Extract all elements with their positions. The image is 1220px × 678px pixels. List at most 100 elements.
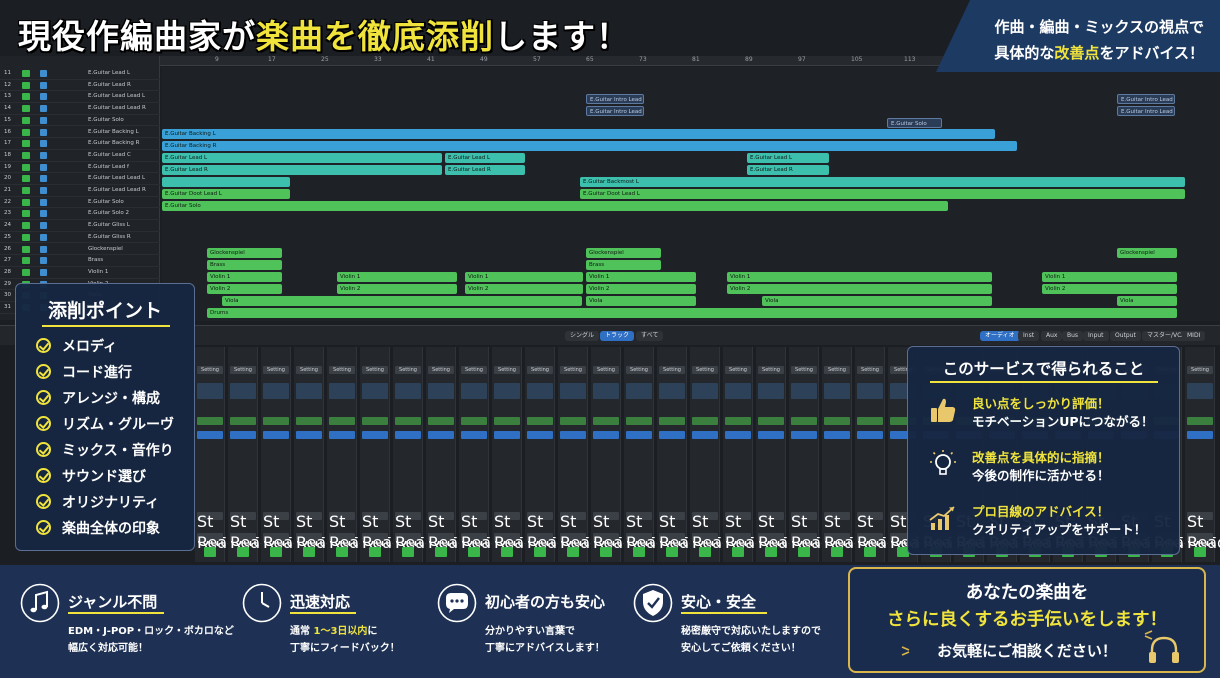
region[interactable]: E.Guitar Doot Lead L	[162, 189, 290, 199]
mute-toggle[interactable]	[40, 187, 47, 194]
region[interactable]: Violin 1	[207, 272, 282, 282]
plugin-slot[interactable]	[428, 417, 454, 425]
input-monitor-button[interactable]	[699, 547, 711, 557]
input-monitor-button[interactable]	[303, 547, 315, 557]
region[interactable]: Drums	[207, 308, 1177, 318]
track-row[interactable]: 24 E.Guitar Gliss L	[0, 220, 160, 232]
track-row[interactable]: 14 E.Guitar Lead Lead R	[0, 103, 160, 115]
track-row[interactable]: 18 E.Guitar Lead C	[0, 150, 160, 162]
mixer-channel[interactable]: Setting St OutRead	[426, 347, 468, 562]
automation-mode[interactable]: Read	[1187, 533, 1220, 552]
track-row[interactable]: 15 E.Guitar Solo	[0, 115, 160, 127]
mixer-channel[interactable]: Setting St OutRead	[195, 347, 237, 562]
record-toggle[interactable]	[22, 140, 30, 148]
output-slot[interactable]: St Out	[560, 512, 589, 550]
automation-mode[interactable]: Read	[329, 533, 369, 552]
record-toggle[interactable]	[22, 81, 30, 89]
mute-toggle[interactable]	[40, 257, 47, 265]
mixer-channel[interactable]: Setting St OutRead	[855, 347, 897, 562]
plugin-slot[interactable]	[197, 431, 223, 439]
region[interactable]: E.Guitar Backing L	[162, 129, 995, 139]
input-monitor-button[interactable]	[468, 547, 480, 557]
mute-toggle[interactable]	[40, 233, 47, 241]
automation-mode[interactable]: Read	[197, 533, 237, 552]
automation-mode[interactable]: Read	[362, 533, 402, 552]
automation-mode[interactable]: Read	[560, 533, 600, 552]
record-toggle[interactable]	[22, 257, 30, 265]
mixer-channel[interactable]: Setting St OutRead	[525, 347, 567, 562]
mixer-channel[interactable]: Setting St OutRead	[228, 347, 270, 562]
mixer-filter-bus[interactable]: Bus	[1062, 331, 1084, 341]
setting-slot[interactable]: Setting	[725, 366, 751, 374]
plugin-slot[interactable]	[560, 417, 586, 425]
automation-mode[interactable]: Read	[791, 533, 831, 552]
input-monitor-button[interactable]	[204, 547, 216, 557]
region[interactable]: E.Guitar Solo	[887, 118, 942, 128]
automation-mode[interactable]: Read	[824, 533, 864, 552]
plugin-slot[interactable]	[263, 431, 289, 439]
track-row[interactable]: 26 Glockenspiel	[0, 244, 160, 256]
mute-toggle[interactable]	[40, 222, 47, 230]
record-toggle[interactable]	[22, 245, 30, 253]
eq-thumbnail[interactable]	[395, 383, 421, 399]
eq-thumbnail[interactable]	[1187, 383, 1213, 399]
setting-slot[interactable]: Setting	[626, 366, 652, 374]
plugin-slot[interactable]	[593, 431, 619, 439]
mute-toggle[interactable]	[40, 175, 47, 183]
track-row[interactable]: 23 E.Guitar Solo 2	[0, 208, 160, 221]
track-row[interactable]: 19 E.Guitar Lead f	[0, 162, 160, 174]
record-toggle[interactable]	[22, 268, 30, 276]
input-monitor-button[interactable]	[435, 547, 447, 557]
setting-slot[interactable]: Setting	[527, 366, 553, 374]
region[interactable]: Violin 1	[727, 272, 992, 282]
mute-toggle[interactable]	[40, 245, 47, 253]
plugin-slot[interactable]	[197, 417, 223, 425]
eq-thumbnail[interactable]	[758, 383, 784, 399]
output-slot[interactable]: St Out	[659, 512, 688, 550]
mixer-channel[interactable]: Setting St OutRead	[261, 347, 303, 562]
input-monitor-button[interactable]	[501, 547, 513, 557]
record-toggle[interactable]	[22, 128, 30, 136]
record-toggle[interactable]	[22, 151, 30, 159]
automation-mode[interactable]: Read	[230, 533, 270, 552]
output-slot[interactable]: St Out	[362, 512, 391, 550]
input-monitor-button[interactable]	[864, 547, 876, 557]
setting-slot[interactable]: Setting	[230, 366, 256, 374]
output-slot[interactable]: St Out	[197, 512, 226, 550]
plugin-slot[interactable]	[428, 431, 454, 439]
input-monitor-button[interactable]	[336, 547, 348, 557]
plugin-slot[interactable]	[263, 417, 289, 425]
mute-toggle[interactable]	[40, 70, 47, 77]
input-monitor-button[interactable]	[369, 547, 381, 557]
region[interactable]: E.Guitar Intro Lead 1	[1117, 94, 1175, 104]
region[interactable]: Violin 2	[727, 284, 992, 294]
mute-toggle[interactable]	[40, 105, 47, 113]
record-toggle[interactable]	[22, 163, 30, 171]
output-slot[interactable]: St Out	[494, 512, 523, 550]
automation-mode[interactable]: Read	[857, 533, 897, 552]
plugin-slot[interactable]	[626, 431, 652, 439]
setting-slot[interactable]: Setting	[659, 366, 685, 374]
eq-thumbnail[interactable]	[362, 383, 388, 399]
setting-slot[interactable]: Setting	[791, 366, 817, 374]
automation-mode[interactable]: Read	[758, 533, 798, 552]
plugin-slot[interactable]	[857, 431, 883, 439]
record-toggle[interactable]	[22, 198, 30, 206]
mixer-filter-aux[interactable]: Aux	[1041, 331, 1063, 341]
plugin-slot[interactable]	[758, 431, 784, 439]
eq-thumbnail[interactable]	[593, 383, 619, 399]
automation-mode[interactable]: Read	[692, 533, 732, 552]
region[interactable]: E.Guitar Solo	[162, 201, 948, 211]
region[interactable]: E.Guitar Intro Lead 1	[586, 94, 644, 104]
plugin-slot[interactable]	[1187, 431, 1213, 439]
eq-thumbnail[interactable]	[857, 383, 883, 399]
mixer-channel[interactable]: Setting St OutRead	[459, 347, 501, 562]
mute-toggle[interactable]	[40, 210, 47, 218]
eq-thumbnail[interactable]	[494, 383, 520, 399]
output-slot[interactable]: St Out	[428, 512, 457, 550]
region[interactable]: Violin 2	[207, 284, 282, 294]
plugin-slot[interactable]	[296, 417, 322, 425]
output-slot[interactable]: St Out	[296, 512, 325, 550]
region[interactable]: Brass	[586, 260, 661, 270]
eq-thumbnail[interactable]	[824, 383, 850, 399]
